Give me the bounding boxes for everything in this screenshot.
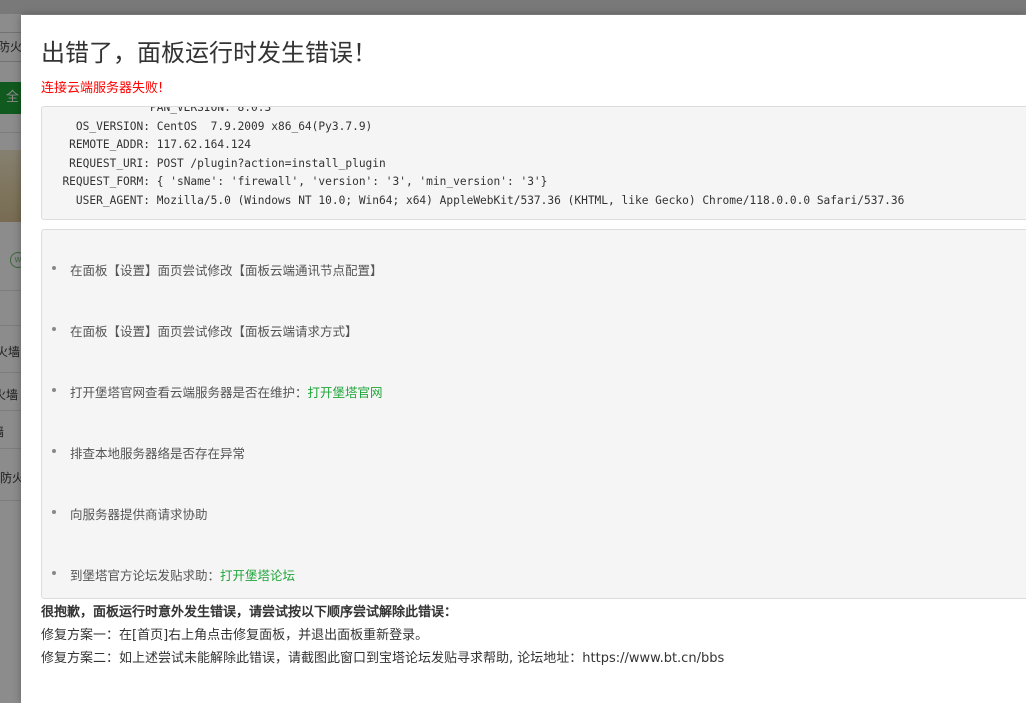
env-value: { 'sName': 'firewall', 'version': '3', '…	[156, 175, 548, 188]
help-heading: 很抱歉，面板运行时意外发生错误，请尝试按以下顺序尝试解除此错误：	[41, 605, 458, 620]
tip-text: 向服务器提供商请求协助	[70, 507, 208, 522]
tip-text: 在面板【设置】面页尝试修改【面板云端请求方式】	[70, 324, 358, 339]
tip-text: 在面板【设置】面页尝试修改【面板云端通讯节点配置】	[70, 263, 383, 278]
env-row-remote-addr: REMOTE_ADDR: 117.62.164.124	[51, 136, 904, 155]
error-message: 连接云端服务器失败!	[41, 81, 164, 96]
solution-one: 修复方案一：在[首页]右上角点击修复面板，并退出面板重新登录。	[41, 628, 429, 643]
env-value: CentOS 7.9.2009 x86_64(Py3.7.9)	[156, 119, 373, 133]
env-value: PAN_VERSION: 8.0.3	[150, 106, 272, 114]
env-key: REQUEST_URI:	[69, 156, 150, 170]
troubleshooting-tips-box: 在面板【设置】面页尝试修改【面板云端通讯节点配置】 在面板【设置】面页尝试修改【…	[41, 229, 1026, 599]
env-row-os-version: OS_VERSION: CentOS 7.9.2009 x86_64(Py3.7…	[51, 118, 904, 137]
bullet-icon	[52, 327, 56, 331]
env-value: Mozilla/5.0 (Windows NT 10.0; Win64; x64…	[156, 193, 905, 207]
env-row-partial: PAN_VERSION: 8.0.3	[51, 106, 904, 118]
open-bt-website-link[interactable]: 打开堡塔官网	[308, 385, 383, 400]
environment-info-box: PAN_VERSION: 8.0.3 OS_VERSION: CentOS 7.…	[41, 106, 1026, 220]
bullet-icon	[52, 388, 56, 392]
tip-text: 排查本地服务器络是否存在异常	[70, 446, 246, 461]
dialog-title: 出错了，面板运行时发生错误！	[41, 39, 377, 67]
env-row-user-agent: USER_AGENT: Mozilla/5.0 (Windows NT 10.0…	[51, 192, 904, 211]
error-dialog: 出错了，面板运行时发生错误！ 连接云端服务器失败! PAN_VERSION: 8…	[21, 15, 1026, 703]
env-row-request-uri: REQUEST_URI: POST /plugin?action=install…	[51, 155, 904, 174]
env-row-request-form: REQUEST_FORM: { 'sName': 'firewall', 've…	[51, 173, 904, 192]
bullet-icon	[52, 266, 56, 270]
tip-text: 打开堡塔官网查看云端服务器是否在维护：	[70, 385, 308, 400]
tip-text: 到堡塔官方论坛发贴求助：	[70, 568, 221, 583]
open-bt-forum-link[interactable]: 打开堡塔论坛	[220, 568, 295, 583]
env-value: POST /plugin?action=install_plugin	[156, 156, 386, 170]
env-key: USER_AGENT:	[75, 193, 150, 207]
bullet-icon	[52, 449, 56, 453]
env-key: REQUEST_FORM:	[62, 175, 150, 188]
env-key: OS_VERSION:	[75, 119, 150, 133]
env-value: 117.62.164.124	[156, 138, 252, 151]
bullet-icon	[52, 571, 56, 575]
env-key: REMOTE_ADDR:	[69, 138, 150, 151]
solution-two: 修复方案二：如上述尝试未能解除此错误，请截图此窗口到宝塔论坛发贴寻求帮助, 论坛…	[41, 651, 725, 666]
bullet-icon	[52, 510, 56, 514]
help-section: 很抱歉，面板运行时意外发生错误，请尝试按以下顺序尝试解除此错误： 修复方案一：在…	[41, 601, 724, 670]
